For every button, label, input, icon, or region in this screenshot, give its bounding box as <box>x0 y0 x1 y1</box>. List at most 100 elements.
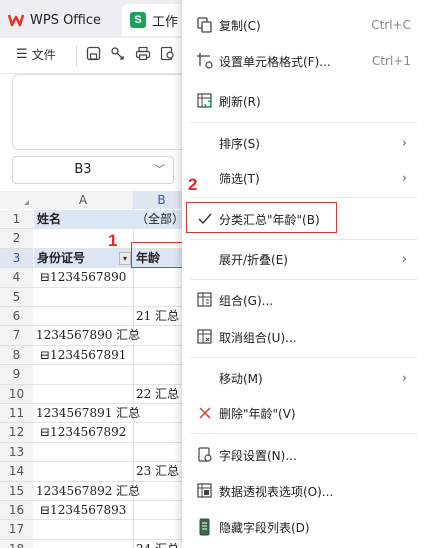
name-box[interactable]: B3 ﹀ <box>12 156 174 184</box>
menu-label: 设置单元格格式(F)... <box>219 54 331 69</box>
menu-item-field-settings[interactable]: 字段设置(N)... <box>182 440 425 470</box>
menu-divider <box>190 122 417 123</box>
menu-item-move[interactable]: 移动(M) › <box>182 363 425 393</box>
chevron-right-icon: › <box>401 135 407 151</box>
file-menu-button[interactable]: ☰ 文件 <box>16 46 56 63</box>
menu-item-format-cells[interactable]: 设置单元格格式(F)... Ctrl+1 <box>182 46 425 76</box>
wps-logo-icon <box>7 13 25 27</box>
menu-item-group[interactable]: 组合(G)... <box>182 285 425 315</box>
menu-shortcut: Ctrl+1 <box>371 54 411 68</box>
menu-label: 刷新(R) <box>219 94 261 109</box>
cell-a[interactable]: 1234567890 汇总 <box>36 326 188 345</box>
save-icon[interactable] <box>86 46 101 61</box>
ungroup-icon <box>196 328 214 346</box>
export-icon[interactable] <box>110 46 125 61</box>
cell-a[interactable]: 姓名 <box>34 210 136 230</box>
menu-label: 排序(S) <box>219 136 260 151</box>
chevron-down-icon[interactable]: ﹀ <box>154 161 165 177</box>
row-header[interactable]: 6 <box>0 307 33 327</box>
menu-divider <box>190 433 417 434</box>
row-header[interactable]: 4 <box>0 268 33 288</box>
menu-item-copy[interactable]: 复制(C) Ctrl+C <box>182 10 425 40</box>
row-header[interactable]: 11 <box>0 404 33 424</box>
menu-label: 删除"年龄"(V) <box>219 406 296 421</box>
toolbar-divider <box>76 45 77 67</box>
row-header[interactable]: 5 <box>0 287 33 307</box>
menu-item-refresh[interactable]: 刷新(R) <box>182 86 425 116</box>
spreadsheet-icon: S <box>130 12 146 28</box>
menu-divider <box>190 197 417 198</box>
menu-item-pivot-options[interactable]: 数据透视表选项(O)... <box>182 476 425 506</box>
cell-a[interactable]: ⊟1234567892 <box>40 423 140 442</box>
menu-item-delete-field[interactable]: 删除"年龄"(V) <box>182 398 425 428</box>
row-header[interactable]: 15 <box>0 481 33 501</box>
menu-divider <box>190 239 417 240</box>
pivot-table-icon <box>196 482 214 500</box>
cell-a[interactable]: ⊟1234567893 <box>40 501 140 520</box>
menu-shortcut: Ctrl+C <box>371 18 411 32</box>
tab-wps-office[interactable]: WPS Office <box>7 4 116 36</box>
subtotal-highlight <box>186 202 337 233</box>
row-header[interactable]: 1 <box>0 210 33 230</box>
menu-label: 移动(M) <box>219 371 263 386</box>
cell-a[interactable] <box>37 307 137 326</box>
cell-a[interactable] <box>37 462 137 481</box>
menu-divider <box>190 279 417 280</box>
row-header[interactable]: 16 <box>0 501 33 521</box>
cell-a[interactable] <box>37 540 137 548</box>
row-header[interactable]: 13 <box>0 442 33 463</box>
row-header[interactable]: 7 <box>0 326 33 346</box>
menu-item-sort[interactable]: 排序(S) › <box>182 128 425 158</box>
group-icon <box>196 291 214 309</box>
menu-label: 字段设置(N)... <box>219 448 297 463</box>
menu-item-ungroup[interactable]: 取消组合(U)... <box>182 322 425 352</box>
menu-item-hide-field-list[interactable]: 隐藏字段列表(D) <box>182 512 425 542</box>
chevron-right-icon: › <box>401 370 407 386</box>
filter-dropdown-icon[interactable]: ▾ <box>119 251 131 265</box>
tab-label: WPS Office <box>30 12 102 28</box>
print-preview-icon[interactable] <box>160 46 176 61</box>
row-header[interactable]: 18 <box>0 539 33 548</box>
row-header[interactable]: 2 <box>0 229 33 249</box>
hamburger-icon: ☰ <box>16 47 28 62</box>
step-1-marker: 1 <box>108 231 118 250</box>
cell-a[interactable]: ⊟1234567890 <box>40 268 140 287</box>
row-header[interactable]: 12 <box>0 423 33 443</box>
field-settings-icon <box>196 446 214 464</box>
ribbon-panel <box>12 74 189 150</box>
file-label: 文件 <box>31 48 56 62</box>
row-header[interactable]: 10 <box>0 384 33 404</box>
row-header[interactable]: 9 <box>0 365 33 385</box>
row-header[interactable]: 3 <box>0 248 33 269</box>
menu-label: 组合(G)... <box>219 293 274 308</box>
chevron-right-icon: › <box>401 170 407 186</box>
cell-a[interactable] <box>37 229 137 248</box>
cell-a[interactable]: 1234567891 汇总 <box>36 404 188 423</box>
menu-item-filter[interactable]: 筛选(T) › <box>182 163 425 193</box>
column-header-a[interactable]: A <box>33 191 133 209</box>
menu-item-expand-collapse[interactable]: 展开/折叠(E) › <box>182 244 425 274</box>
menu-label: 隐藏字段列表(D) <box>219 520 310 535</box>
print-icon[interactable] <box>135 46 151 61</box>
menu-label: 取消组合(U)... <box>219 330 297 345</box>
cell-a[interactable]: ⊟1234567891 <box>40 346 140 365</box>
cell-a[interactable] <box>37 520 137 539</box>
row-header[interactable]: 8 <box>0 345 33 366</box>
row-header[interactable]: 17 <box>0 520 33 540</box>
name-box-value: B3 <box>74 162 92 177</box>
copy-icon <box>196 16 214 34</box>
cell-a[interactable] <box>37 365 137 384</box>
row-header[interactable]: 14 <box>0 462 33 482</box>
cell-a[interactable]: 1234567892 汇总 <box>36 482 188 501</box>
delete-icon <box>196 404 214 422</box>
cell-a[interactable] <box>37 385 137 404</box>
context-menu: 复制(C) Ctrl+C 设置单元格格式(F)... Ctrl+1 刷新(R) … <box>182 0 425 548</box>
select-all-corner[interactable] <box>0 191 33 209</box>
cell-a[interactable] <box>37 443 137 462</box>
field-list-icon <box>196 518 214 536</box>
menu-label: 数据透视表选项(O)... <box>219 484 334 499</box>
menu-label: 复制(C) <box>219 18 261 33</box>
chevron-right-icon: › <box>401 251 407 267</box>
cell-a[interactable] <box>37 288 137 307</box>
menu-label: 筛选(T) <box>219 171 260 186</box>
